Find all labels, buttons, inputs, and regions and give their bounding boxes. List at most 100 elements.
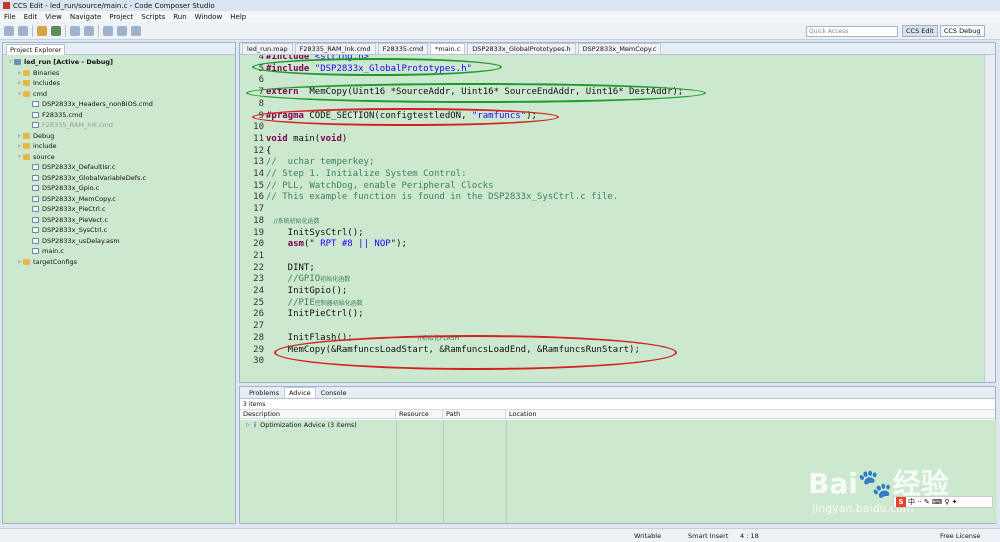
tab-problems[interactable]: Problems <box>244 387 284 398</box>
menu-bar: File Edit View Navigate Project Scripts Run Win… <box>0 11 1000 22</box>
menu-view[interactable]: View <box>45 13 62 21</box>
code-line[interactable]: #pragma CODE_SECTION(configtestledON, "r… <box>266 111 537 121</box>
perspective-ccs-edit[interactable]: CCS Edit <box>902 25 938 37</box>
perspective-ccs-debug[interactable]: CCS Debug <box>939 25 985 37</box>
new-icon[interactable] <box>4 25 14 36</box>
tab-console[interactable]: Console <box>316 387 352 398</box>
menu-help[interactable]: Help <box>230 13 246 21</box>
tree-item[interactable]: ▹ Debug <box>3 131 235 142</box>
menu-window[interactable]: Window <box>195 13 223 21</box>
code-line[interactable]: // uchar temperkey; <box>266 157 374 167</box>
code-line[interactable]: InitPieCtrl(); <box>266 309 364 319</box>
search-icon[interactable] <box>84 25 94 36</box>
table-row[interactable]: ▷ i Optimization Advice (3 items) <box>240 420 997 430</box>
menu-file[interactable]: File <box>4 13 16 21</box>
expand-arrow-icon[interactable]: ▹ <box>16 80 23 86</box>
code-token: InitGpio(); <box>266 286 348 296</box>
collapse-arrow-icon[interactable]: ▿ <box>7 59 14 65</box>
tree-item[interactable]: ▿ cmd <box>3 89 235 100</box>
editor-tab[interactable]: F28335_RAM_lnk.cmd <box>294 43 376 54</box>
tab-project-explorer[interactable]: Project Explorer <box>6 43 66 55</box>
editor-tab[interactable]: F28335.cmd <box>377 43 429 54</box>
code-line[interactable]: InitGpio(); <box>266 286 348 296</box>
tree-item[interactable]: ▿ led_run [Active - Debug] <box>3 57 235 68</box>
tree-item[interactable]: ▹ targetConfigs <box>3 257 235 268</box>
code-line[interactable]: extern MemCopy(Uint16 *SourceAddr, Uint1… <box>266 87 683 97</box>
tree-item[interactable]: DSP2833x_PieCtrl.c <box>3 204 235 215</box>
tree-item[interactable]: DSP2833x_SysCtrl.c <box>3 225 235 236</box>
collapse-arrow-icon[interactable]: ▿ <box>16 91 23 97</box>
column-resource[interactable]: Resource <box>396 410 443 418</box>
code-line[interactable]: { <box>266 146 271 156</box>
code-line[interactable]: //系统初始化函数 <box>266 216 320 226</box>
status-cursor-position: 4 : 18 <box>740 532 759 540</box>
code-line[interactable]: InitFlash(); //初始化FLASH <box>266 333 459 343</box>
menu-scripts[interactable]: Scripts <box>141 13 165 21</box>
save-icon[interactable] <box>18 25 28 36</box>
tree-item[interactable]: DSP2833x_MemCopy.c <box>3 194 235 205</box>
tree-item[interactable]: F28335_RAM_lnk.cmd <box>3 120 235 131</box>
edit-icon[interactable] <box>103 25 113 36</box>
expand-arrow-icon[interactable]: ▹ <box>16 70 23 76</box>
tree-item[interactable]: F28335.cmd <box>3 110 235 121</box>
code-line[interactable]: //GPIO初始化函数 <box>266 274 351 284</box>
tab-advice[interactable]: Advice <box>283 387 316 398</box>
tree-item[interactable]: DSP2833x_PieVect.c <box>3 215 235 226</box>
editor-tab[interactable]: DSP2833x_MemCopy.c <box>577 43 662 54</box>
forward-icon[interactable] <box>131 25 141 36</box>
debug-icon[interactable] <box>51 25 61 36</box>
build-icon[interactable] <box>37 25 47 36</box>
code-line[interactable]: asm(" RPT #8 || NOP"); <box>266 239 407 249</box>
editor-tab[interactable]: led_run.map <box>242 43 293 54</box>
expand-arrow-icon[interactable]: ▹ <box>16 143 23 149</box>
column-location[interactable]: Location <box>506 410 566 418</box>
editor-tab[interactable]: DSP2833x_GlobalPrototypes.h <box>467 43 576 54</box>
tree-item[interactable]: ▹ Includes <box>3 78 235 89</box>
code-line[interactable]: DINT; <box>266 263 315 273</box>
line-number: 28 <box>253 332 264 343</box>
code-line[interactable]: //PIE控制器初始化函数 <box>266 298 363 308</box>
tree-item[interactable]: DSP2833x_DefaultIsr.c <box>3 162 235 173</box>
code-line[interactable]: // This example function is found in the… <box>266 192 618 202</box>
collapse-arrow-icon[interactable]: ▿ <box>16 154 23 160</box>
quick-access-input[interactable]: Quick Access <box>806 26 898 37</box>
line-number: 6 <box>258 75 264 86</box>
tree-item[interactable]: ▹ include <box>3 141 235 152</box>
tree-item[interactable]: DSP2833x_GlobalVariableDefs.c <box>3 173 235 184</box>
column-description[interactable]: Description <box>240 410 396 418</box>
project-tree: ▿ led_run [Active - Debug] ▹ Binaries ▹ Inclu… <box>3 55 235 267</box>
code-line[interactable]: MemCopy(&RamfuncsLoadStart, &RamfuncsLoa… <box>266 345 640 355</box>
menu-navigate[interactable]: Navigate <box>70 13 101 21</box>
tree-item[interactable]: DSP2833x_Gpio.c <box>3 183 235 194</box>
tree-item[interactable]: ▹ Binaries <box>3 68 235 79</box>
menu-project[interactable]: Project <box>109 13 133 21</box>
editor-scrollbar[interactable] <box>984 55 995 382</box>
tree-item[interactable]: DSP2833x_Headers_nonBIOS.cmd <box>3 99 235 110</box>
code-line[interactable]: #include "DSP2833x_GlobalPrototypes.h" <box>266 64 472 74</box>
ime-toolbar[interactable]: S 中 ·· ✎ ⌨ ♀ ✦ <box>893 496 993 508</box>
expand-arrow-icon[interactable]: ▹ <box>16 133 23 139</box>
settings-icon[interactable] <box>70 25 80 36</box>
code-line[interactable]: InitSysCtrl(); <box>266 228 364 238</box>
menu-run[interactable]: Run <box>173 13 186 21</box>
tree-item-label: F28335.cmd <box>42 110 83 119</box>
code-area[interactable]: 4 #include <string.h> 5 #include "DSP2833x_… <box>240 55 985 382</box>
bottom-tabs: Problems Advice Console <box>240 387 995 399</box>
code-line[interactable]: // PLL, WatchDog, enable Peripheral Cloc… <box>266 181 494 191</box>
tree-item[interactable]: DSP2833x_usDelay.asm <box>3 236 235 247</box>
menu-edit[interactable]: Edit <box>24 13 38 21</box>
code-line[interactable]: #include <string.h> <box>266 55 369 62</box>
tree-item[interactable]: main.c <box>3 246 235 257</box>
code-token: 初始化函数 <box>320 276 351 284</box>
expand-arrow-icon[interactable]: ▷ <box>246 422 250 428</box>
editor-tab[interactable]: *main.c <box>430 43 466 54</box>
code-token: RPT #8 || NOP <box>320 239 391 250</box>
column-path[interactable]: Path <box>443 410 506 418</box>
tree-item[interactable]: ▿ source <box>3 152 235 163</box>
code-line[interactable]: // Step 1. Initialize System Control: <box>266 169 466 179</box>
expand-arrow-icon[interactable]: ▹ <box>16 259 23 265</box>
back-icon[interactable] <box>117 25 127 36</box>
code-line[interactable]: void main(void) <box>266 134 347 144</box>
tree-item-label: Debug <box>33 131 55 140</box>
code-token: InitFlash(); <box>266 332 418 343</box>
